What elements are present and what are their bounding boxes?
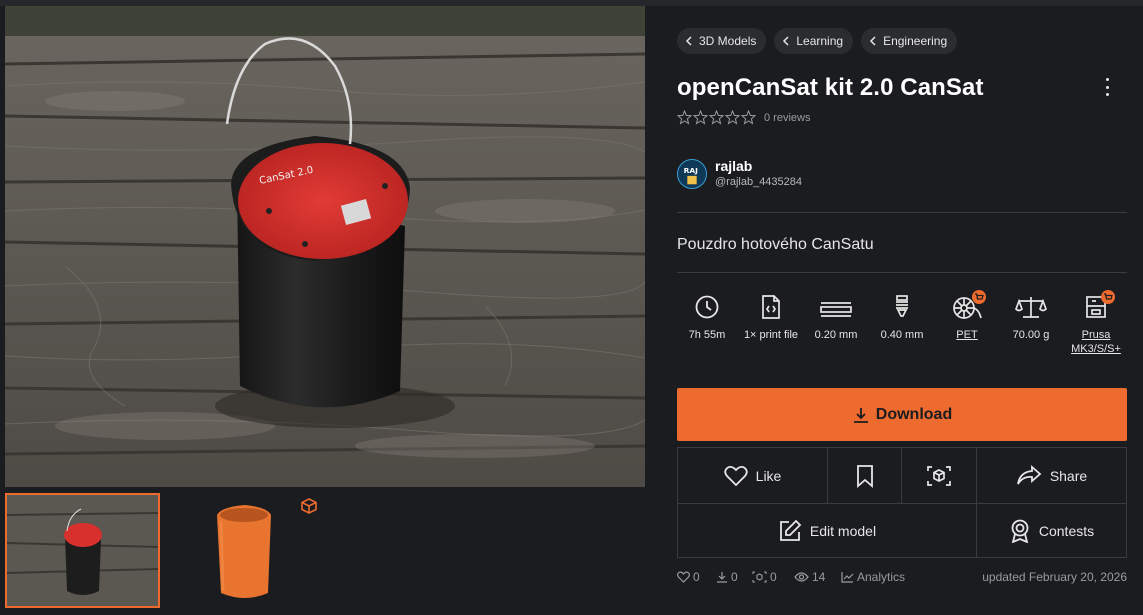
author-handle: @rajlab_4435284 <box>715 176 803 188</box>
param-print-files: 1× print file <box>736 294 806 342</box>
breadcrumb-3d-models[interactable]: 3D Models <box>677 28 767 54</box>
divider <box>677 212 1127 213</box>
chart-line-icon <box>841 572 854 583</box>
action-buttons: Like Share Edit model Contests <box>677 447 1127 558</box>
edit-icon <box>780 519 802 541</box>
reviews-count[interactable]: 0 reviews <box>764 112 810 124</box>
bookmark-button[interactable] <box>828 448 901 503</box>
param-layer-height: 0.20 mm <box>801 294 871 342</box>
layer-height-icon <box>820 302 852 317</box>
avatar[interactable]: RAJ <box>677 159 707 189</box>
star-outline-icon <box>693 110 708 125</box>
likes-stat: 0 <box>677 570 700 584</box>
file-code-icon <box>762 295 780 319</box>
download-icon <box>717 572 727 583</box>
param-nozzle: 0.40 mm <box>867 294 937 342</box>
download-button[interactable]: Download <box>677 388 1127 441</box>
thumbnail-3d-model[interactable] <box>165 493 320 608</box>
contests-button[interactable]: Contests <box>977 504 1126 558</box>
edit-model-button[interactable]: Edit model <box>678 504 976 558</box>
updated-date: updated February 20, 2026 <box>982 570 1127 584</box>
model-detail-panel: 3D Models Learning Engineering openCanSa… <box>677 0 1127 615</box>
chevron-left-icon <box>685 36 692 46</box>
breadcrumb-engineering[interactable]: Engineering <box>861 28 958 54</box>
breadcrumb: 3D Models Learning Engineering <box>677 28 958 54</box>
param-printer[interactable]: Prusa MK3/S/S+ <box>1061 290 1131 356</box>
star-outline-icon <box>677 110 692 125</box>
cart-icon[interactable] <box>1101 290 1115 304</box>
model-title: openCanSat kit 2.0 CanSat <box>677 74 984 101</box>
param-weight: 70.00 g <box>996 294 1066 342</box>
star-outline-icon <box>741 110 756 125</box>
star-rating <box>677 110 756 125</box>
like-button[interactable]: Like <box>678 448 827 503</box>
main-model-photo[interactable]: CanSat 2.0 <box>5 6 645 487</box>
author-name[interactable]: rajlab <box>715 158 802 175</box>
heart-icon <box>677 571 690 583</box>
download-icon <box>853 407 868 423</box>
divider <box>677 272 1127 273</box>
downloads-stat: 0 <box>716 570 738 584</box>
star-outline-icon <box>709 110 724 125</box>
heart-icon <box>724 465 748 486</box>
award-icon <box>1011 519 1029 543</box>
author-card[interactable]: RAJ rajlab @rajlab_4435284 <box>677 158 802 190</box>
share-icon <box>1016 464 1042 485</box>
thumbnail-photo[interactable] <box>5 493 160 608</box>
param-material[interactable]: PET <box>932 290 1002 342</box>
bookmark-icon <box>856 464 873 488</box>
print-parameters: 7h 55m 1× print file 0.20 mm 0.40 mm PET… <box>677 290 1127 364</box>
eye-icon <box>794 572 809 582</box>
ar-cube-icon <box>752 571 767 583</box>
analytics-link[interactable]: Analytics <box>841 570 905 584</box>
more-options-icon[interactable] <box>1097 76 1117 98</box>
svg-text:RAJ: RAJ <box>684 166 699 175</box>
clock-icon <box>695 295 719 319</box>
scale-icon <box>1015 297 1047 318</box>
chevron-left-icon <box>783 36 789 46</box>
ar-cube-icon <box>927 465 951 486</box>
cart-icon[interactable] <box>972 290 986 304</box>
param-print-time: 7h 55m <box>672 294 742 342</box>
views-stat: 14 <box>794 570 825 584</box>
share-button[interactable]: Share <box>977 448 1126 503</box>
breadcrumb-learning[interactable]: Learning <box>774 28 854 54</box>
3d-view-button[interactable] <box>902 448 976 503</box>
model-summary: Pouzdro hotového CanSatu <box>677 236 874 253</box>
3d-cube-icon <box>300 497 318 520</box>
star-outline-icon <box>725 110 740 125</box>
model-stats: 0 0 0 14 Analytics updated February 20, … <box>677 570 1127 586</box>
makes-stat: 0 <box>752 570 777 584</box>
nozzle-icon <box>896 295 908 317</box>
rating[interactable]: 0 reviews <box>677 110 810 125</box>
chevron-left-icon <box>870 36 876 46</box>
